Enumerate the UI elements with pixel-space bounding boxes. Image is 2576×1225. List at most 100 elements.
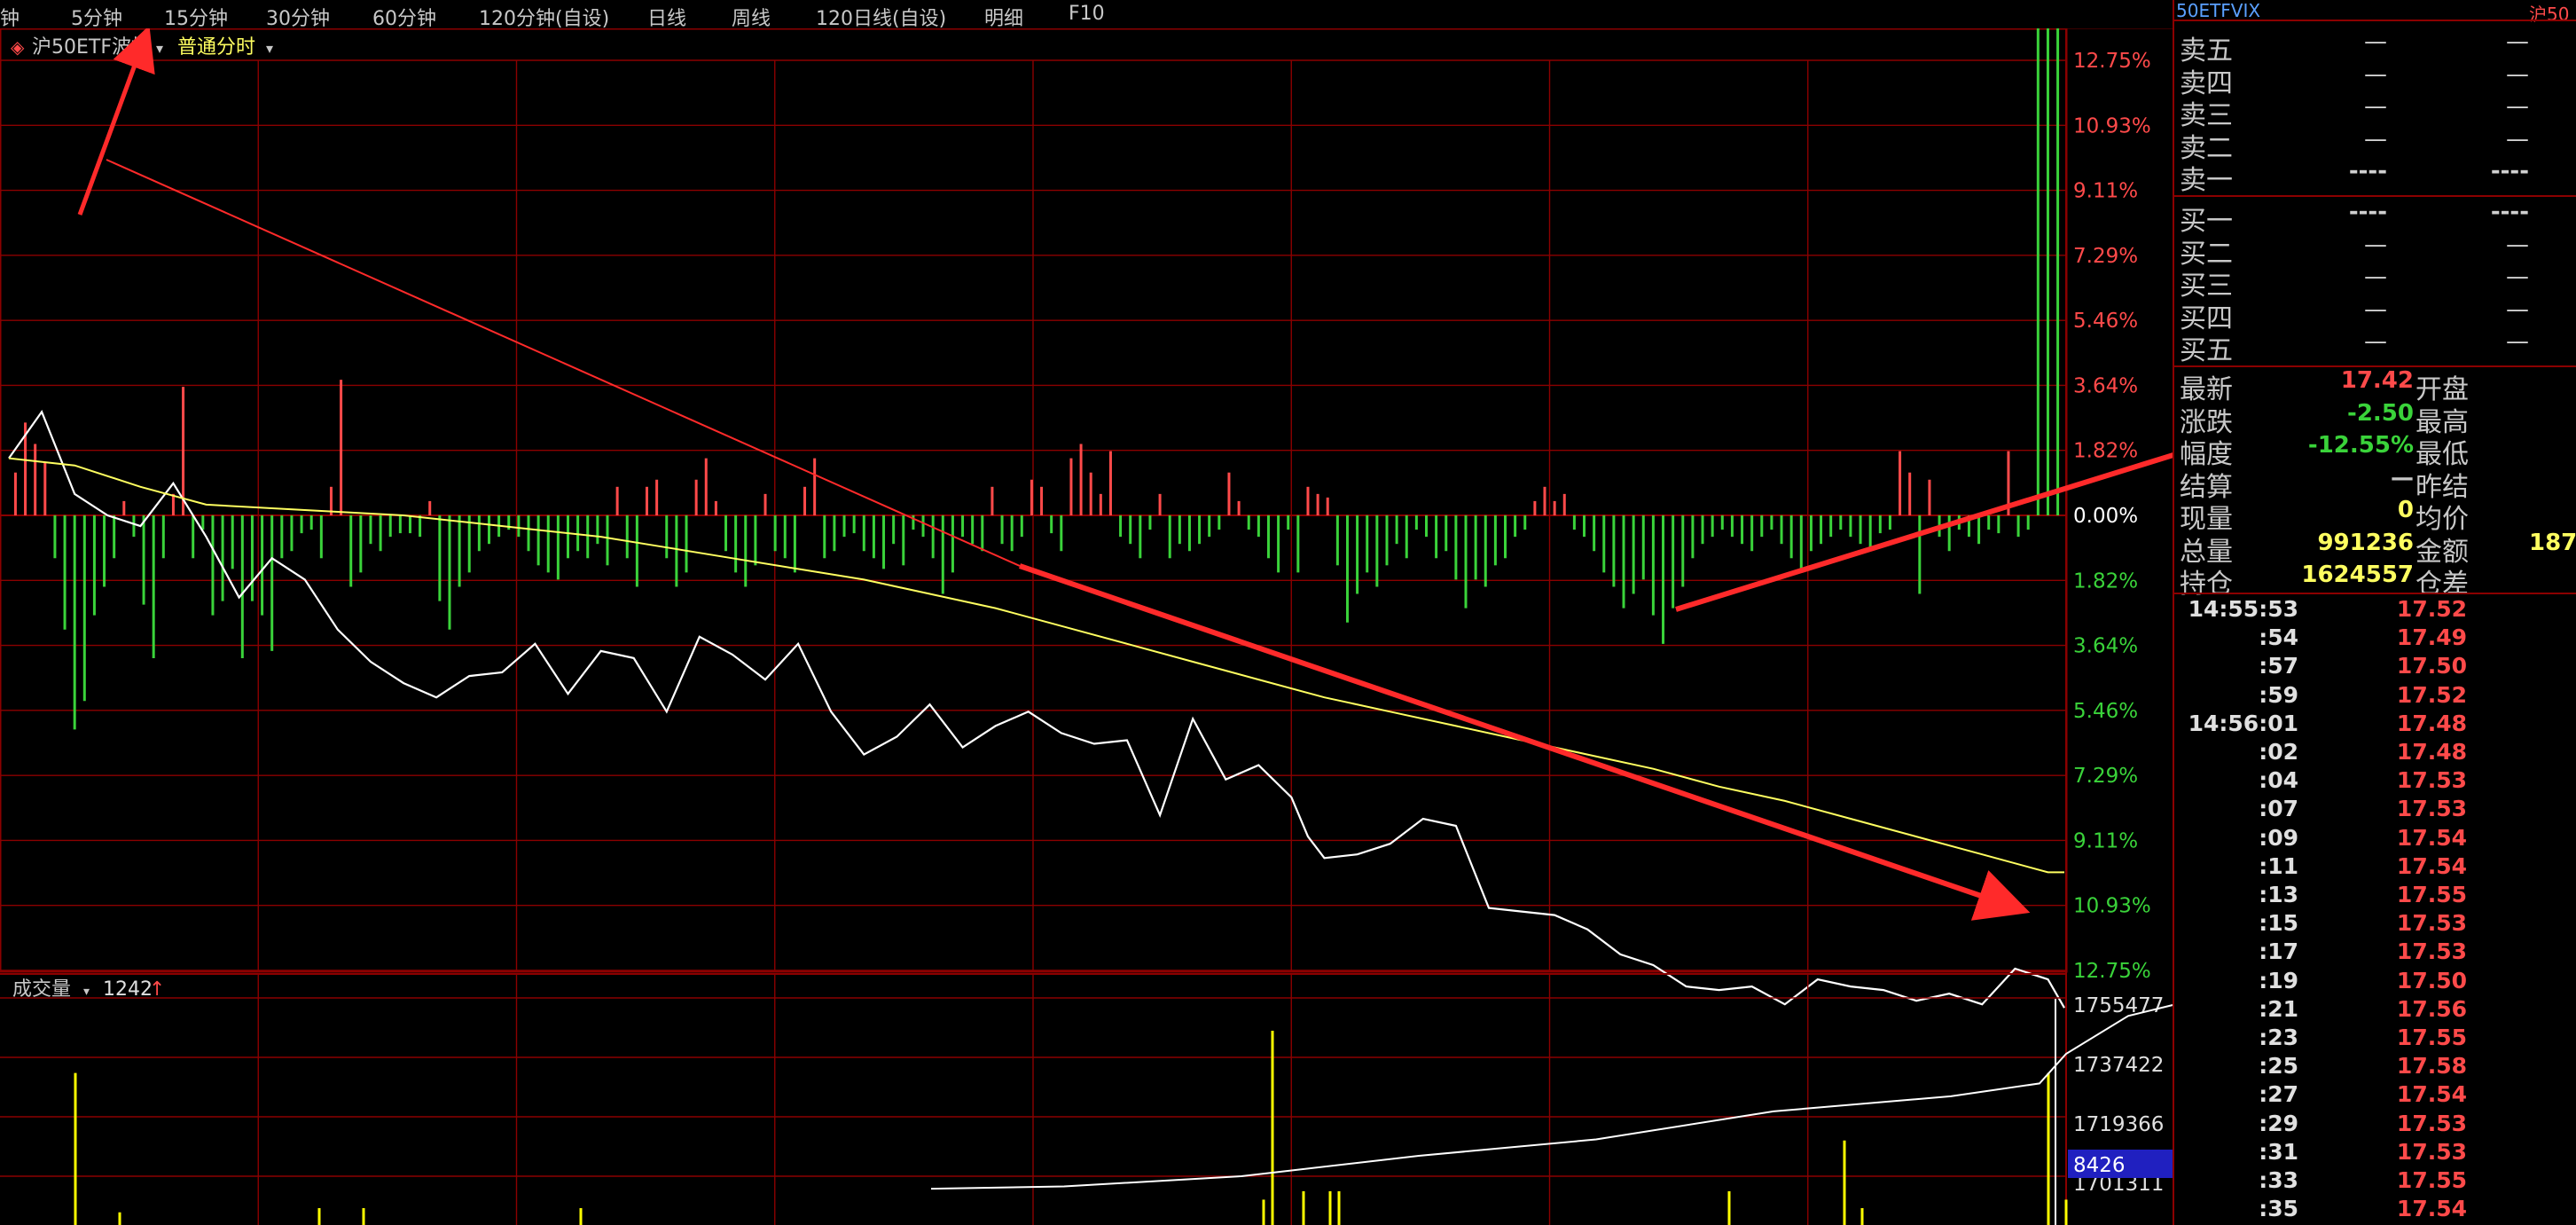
volume-tick-label: 1755477 <box>2073 994 2164 1017</box>
sell-volume: ---- <box>2490 158 2529 185</box>
tick-time: :31 <box>2259 1138 2298 1165</box>
tick-price: 17.52 <box>2396 681 2467 708</box>
sell-level-label: 卖一 <box>2180 165 2233 196</box>
y-tick-label: 7.29% <box>2073 245 2138 268</box>
buy-volume: — <box>2506 263 2529 290</box>
tick-price: 17.54 <box>2396 824 2467 851</box>
period-tab-0[interactable]: 钟 <box>0 3 20 31</box>
sell-price: — <box>2364 60 2387 88</box>
instrument-code: 50ETFVIX <box>2176 0 2261 21</box>
tick-time: :19 <box>2259 967 2298 993</box>
period-tab-5[interactable]: 120分钟(自设) <box>479 3 609 31</box>
tick-price: 17.53 <box>2396 910 2467 937</box>
period-tab-6[interactable]: 日线 <box>647 3 686 31</box>
tick-price: 17.52 <box>2396 596 2467 622</box>
sell-volume: — <box>2506 93 2529 120</box>
sell-price: — <box>2364 93 2387 120</box>
period-tab-10[interactable]: F10 <box>1069 3 1105 25</box>
y-tick-label: 5.46% <box>2073 700 2138 723</box>
y-tick-label: 7.29% <box>2073 765 2138 788</box>
tick-time: 14:55:53 <box>2188 596 2298 622</box>
quote-panel: 50ETFVIX 沪50 卖五 — — 卖四 — — 卖三 — — 卖二 — — 卖一 ---- ---- 买一 -… <box>2173 0 2576 1225</box>
y-tick-label: 10.93% <box>2073 895 2151 918</box>
period-tab-7[interactable]: 周线 <box>732 3 771 31</box>
current-volume-value: 8426 <box>2073 1154 2126 1177</box>
tick-price: 17.54 <box>2396 852 2467 879</box>
intraday-chart: 12.75% 10.93% 9.11% 7.29% 5.46% 3.64% 1.82% 0.0… <box>0 28 2173 1225</box>
tick-time: :13 <box>2259 882 2298 907</box>
avg-line <box>8 457 2064 874</box>
y-tick-label: 12.75% <box>2073 960 2151 983</box>
buy-price: — <box>2364 328 2387 355</box>
tick-time: :27 <box>2259 1081 2298 1108</box>
tick-time: :35 <box>2259 1196 2298 1222</box>
buy-volume: — <box>2506 328 2529 355</box>
tick-price: 17.50 <box>2396 967 2467 993</box>
chart-mode-select[interactable]: 普通分时 <box>177 36 255 59</box>
stat-label-2: 仓差 <box>2415 569 2469 600</box>
period-tab-9[interactable]: 明细 <box>984 3 1023 31</box>
tick-time: 14:56:01 <box>2188 710 2298 736</box>
tick-time: :21 <box>2259 995 2298 1022</box>
period-tab-4[interactable]: 60分钟 <box>372 3 436 31</box>
annotation-line <box>106 159 1021 567</box>
panel-divider <box>2174 20 2576 21</box>
chevron-down-icon[interactable]: ▾ <box>83 985 90 999</box>
sell-price: — <box>2364 125 2387 153</box>
y-tick-label: 1.82% <box>2073 440 2138 463</box>
tick-time: :11 <box>2259 852 2298 879</box>
tick-price: 17.53 <box>2396 767 2467 794</box>
tick-price: 17.55 <box>2396 882 2467 907</box>
tick-price: 17.53 <box>2396 796 2467 822</box>
tick-price: 17.50 <box>2396 653 2467 679</box>
tick-time: :57 <box>2259 653 2298 679</box>
tick-time: :09 <box>2259 824 2298 851</box>
chart-name[interactable]: 沪50ETF波指 <box>32 36 151 59</box>
chevron-down-icon[interactable]: ▾ <box>156 40 163 57</box>
buy-price: — <box>2364 295 2387 323</box>
tick-price: 17.53 <box>2396 938 2467 965</box>
tick-price: 17.55 <box>2396 1167 2467 1193</box>
buy-volume: — <box>2506 231 2529 258</box>
buy-volume: — <box>2506 295 2529 323</box>
buy-price: ---- <box>2348 199 2387 225</box>
tick-time: :02 <box>2259 739 2298 765</box>
panel-divider <box>2174 195 2576 197</box>
sell-volume: — <box>2506 60 2529 88</box>
period-tab-2[interactable]: 15分钟 <box>164 3 228 31</box>
period-tab-8[interactable]: 120日线(自设) <box>816 3 946 31</box>
sell-price: ---- <box>2348 158 2387 185</box>
volume-tick-label: 1737422 <box>2073 1054 2164 1077</box>
stat-value: -12.55% <box>2307 432 2414 459</box>
y-tick-label: 5.46% <box>2073 310 2138 333</box>
tick-time: :17 <box>2259 938 2298 965</box>
tick-price: 17.54 <box>2396 1081 2467 1108</box>
panel-divider <box>2174 593 2576 594</box>
volume-value: 1242 <box>103 978 153 1001</box>
tick-time: :59 <box>2259 681 2298 708</box>
chevron-down-icon[interactable]: ▾ <box>266 40 273 57</box>
arrow-up-icon: ↑ <box>149 978 165 1001</box>
tick-time: :33 <box>2259 1167 2298 1193</box>
stat-value: 17.42 <box>2340 367 2414 394</box>
tick-price: 17.53 <box>2396 1138 2467 1165</box>
y-tick-label: 1.82% <box>2073 569 2138 593</box>
y-tick-label: 9.11% <box>2073 829 2138 852</box>
tick-time: :15 <box>2259 910 2298 937</box>
stat-value: 991236 <box>2317 529 2414 556</box>
tick-time: :04 <box>2259 767 2298 794</box>
period-tab-3[interactable]: 30分钟 <box>266 3 330 31</box>
period-tab-1[interactable]: 5分钟 <box>71 3 122 31</box>
tick-time: :29 <box>2259 1110 2298 1136</box>
tick-price: 17.53 <box>2396 1110 2467 1136</box>
tick-time: :23 <box>2259 1025 2298 1050</box>
sell-volume: — <box>2506 28 2529 55</box>
buy-volume: ---- <box>2490 199 2529 225</box>
volume-tick-label: 1719366 <box>2073 1113 2164 1136</box>
tick-time: :25 <box>2259 1053 2298 1080</box>
volume-label[interactable]: 成交量 <box>12 978 71 1001</box>
stat-value: -2.50 <box>2347 399 2414 427</box>
y-tick-label: 9.11% <box>2073 180 2138 203</box>
annotation-arrow <box>1019 563 2031 921</box>
buy-level-label: 买五 <box>2180 335 2233 366</box>
